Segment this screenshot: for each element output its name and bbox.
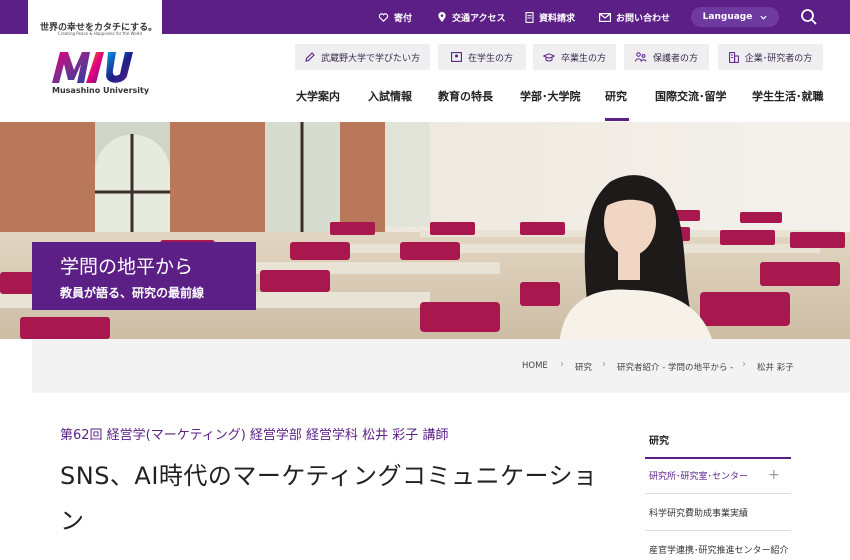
logo-area[interactable]: 世界の幸せをカタチにする。 Creating Peace & Happiness… [28,0,162,108]
breadcrumb-separator: › [560,359,564,370]
sidebar-divider [645,457,791,459]
heart-hand-icon [378,12,389,22]
audience-prospective-button[interactable]: 武蔵野大学で学びたい方 [295,44,430,70]
mail-icon [599,12,611,22]
language-button[interactable]: Language [691,7,779,27]
nav-research[interactable]: 研究 [605,88,627,104]
contact-label: お問い合わせ [616,13,671,24]
building-icon [728,51,739,63]
pencil-icon [305,52,315,62]
audience-parents-button[interactable]: 保護者の方 [624,44,709,70]
hero-title: 学問の地平から [60,256,194,278]
audience-alumni-button[interactable]: 卒業生の方 [533,44,616,70]
audience-label: 保護者の方 [652,53,698,64]
nav-admissions[interactable]: 入試情報 [368,88,412,104]
audience-label: 在学生の方 [467,53,513,64]
sidebar-title: 研究 [649,436,669,447]
university-logo-icon [52,52,133,83]
nav-education[interactable]: 教育の特長 [438,88,493,104]
sidebar-item-industry-collab[interactable]: 産官学連携･研究推進センター紹介 [649,543,789,556]
expand-plus-icon[interactable]: + [768,467,780,483]
document-icon [525,11,534,23]
access-link[interactable]: 交通アクセス [437,0,506,34]
nav-student-life[interactable]: 学生生活･就職 [752,88,824,104]
donate-label: 寄付 [394,13,413,24]
breadcrumb-current: 松井 彩子 [757,363,794,373]
sidebar-item-institutes[interactable]: 研究所･研究室･センター [649,469,748,482]
article-kicker: 第62回 経営学(マーケティング) 経営学部 経営学科 松井 彩子 講師 [60,428,449,443]
nav-active-indicator [605,118,629,121]
audience-label: 武蔵野大学で学びたい方 [320,53,420,64]
audience-label: 卒業生の方 [560,53,606,64]
search-icon[interactable] [800,8,818,26]
contact-link[interactable]: お問い合わせ [599,0,670,34]
audience-label: 企業･研究者の方 [744,53,813,64]
family-icon [634,52,647,62]
student-icon [451,52,462,62]
sidebar-divider [645,493,791,494]
university-name: Musashino University [52,86,150,95]
nav-about[interactable]: 大学案内 [296,88,340,104]
breadcrumb-researchers[interactable]: 研究者紹介 - 学問の地平から - [617,361,733,373]
chevron-down-icon [760,15,767,20]
breadcrumb-separator: › [602,359,606,370]
donate-link[interactable]: 寄付 [378,0,412,34]
breadcrumb-separator: › [742,359,746,370]
breadcrumb-research[interactable]: 研究 [575,361,592,373]
brochure-label: 資料請求 [539,13,576,24]
breadcrumb-home[interactable]: HOME [522,361,548,371]
nav-faculties[interactable]: 学部･大学院 [520,88,581,104]
language-label: Language [702,12,753,22]
sidebar-item-kakenhi[interactable]: 科学研究費助成事業実績 [649,506,748,519]
graduation-cap-icon [542,52,555,62]
hero-subtitle: 教員が語る、研究の最前線 [60,286,205,300]
tagline-sub: Creating Peace & Happiness for the World [58,31,142,36]
audience-current-students-button[interactable]: 在学生の方 [438,44,526,70]
audience-corporate-button[interactable]: 企業･研究者の方 [718,44,823,70]
map-pin-icon [438,11,446,22]
sidebar-divider [645,530,791,531]
article-headline: SNS、AI時代のマーケティングコミュニケーション [60,462,598,535]
brochure-link[interactable]: 資料請求 [525,0,575,34]
nav-international[interactable]: 国際交流･留学 [655,88,727,104]
access-label: 交通アクセス [452,13,506,24]
